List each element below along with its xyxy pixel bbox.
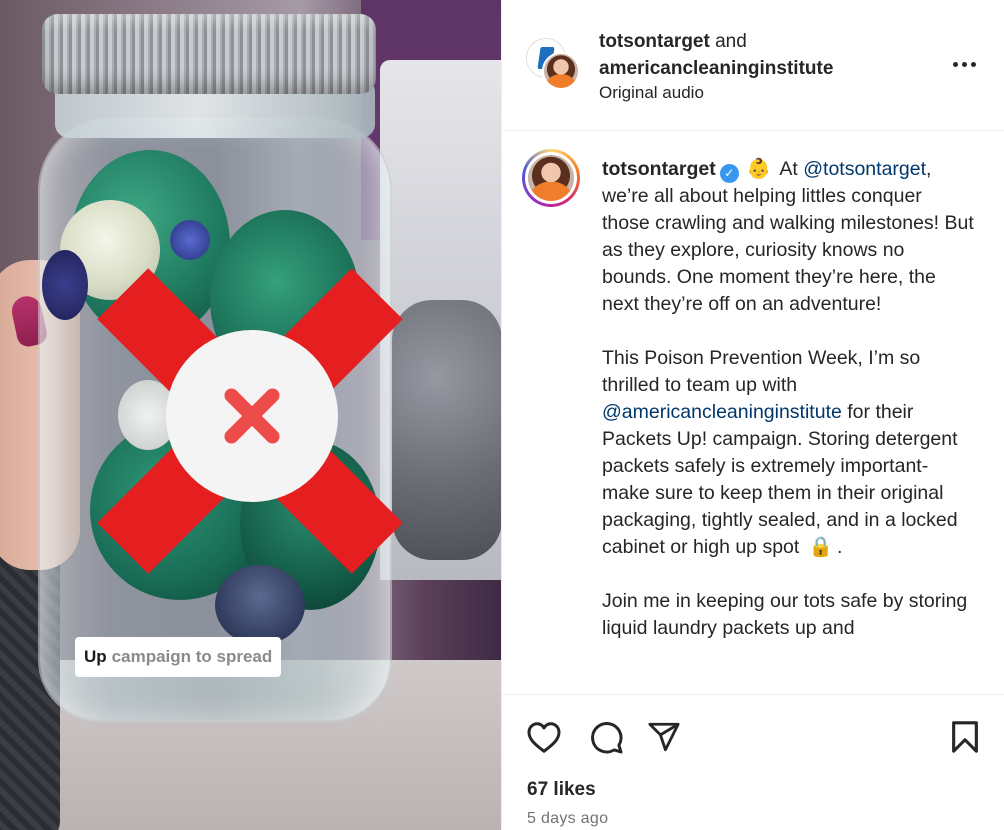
caption-p1-before: At — [779, 158, 798, 180]
video-caption-strong: Up — [84, 647, 107, 666]
jar-lid — [42, 14, 376, 94]
post-header: totsontarget and americancleaninginstitu… — [502, 0, 1004, 131]
caption-p3: Join me in keeping our tots safe by stor… — [602, 590, 968, 639]
story-ring-avatar[interactable] — [522, 149, 580, 207]
post-panel: totsontarget and americancleaninginstitu… — [501, 0, 1004, 830]
baby-emoji: 👶 — [746, 158, 772, 180]
header-usernames: totsontarget and americancleaninginstitu… — [599, 28, 833, 82]
bookmark-icon[interactable] — [945, 717, 985, 757]
more-options-icon[interactable] — [947, 50, 981, 78]
washing-machine-lid — [392, 300, 501, 560]
detergent-pod — [170, 220, 210, 260]
comment-icon[interactable] — [586, 717, 626, 757]
mention-americancleaninginstitute[interactable]: @americancleaninginstitute — [602, 401, 842, 423]
caption-p1-after: , we’re all about helping littles conque… — [602, 158, 974, 315]
post-date: 5 days ago — [527, 810, 609, 827]
caption-p2-before: This Poison Prevention Week, I’m so thri… — [602, 347, 921, 396]
header-and: and — [715, 31, 747, 52]
mention-totsontarget[interactable]: @totsontarget — [803, 158, 926, 180]
header-user1[interactable]: totsontarget — [599, 31, 710, 52]
user-avatar[interactable] — [542, 52, 580, 90]
verified-badge-icon: ✓ — [719, 164, 739, 183]
caption-p2-after: for their Packets Up! campaign. Storing … — [602, 401, 958, 558]
caption-username[interactable]: totsontarget — [602, 158, 716, 180]
video-caption-text: campaign to spread — [111, 647, 273, 666]
lock-emoji: 🔒 — [808, 536, 834, 558]
likes-count[interactable]: 67 likes — [527, 779, 596, 801]
caption-text: totsontarget ✓ 👶 At @totsontarget, we’re a… — [602, 156, 974, 669]
audio-label[interactable]: Original audio — [599, 83, 704, 103]
share-icon[interactable] — [644, 717, 684, 757]
action-bar: 67 likes 5 days ago — [502, 694, 1004, 830]
detergent-pod — [42, 250, 88, 320]
heart-icon[interactable] — [524, 717, 564, 757]
caption-p2-end: . — [837, 536, 843, 558]
post-media[interactable]: Up campaign to spread — [0, 0, 501, 830]
detergent-pod — [215, 565, 305, 645]
video-caption: Up campaign to spread — [75, 637, 282, 677]
collab-avatars[interactable] — [526, 38, 580, 92]
header-user2[interactable]: americancleaninginstitute — [599, 58, 833, 79]
caption-area: totsontarget ✓ 👶 At @totsontarget, we’re a… — [502, 131, 1004, 694]
